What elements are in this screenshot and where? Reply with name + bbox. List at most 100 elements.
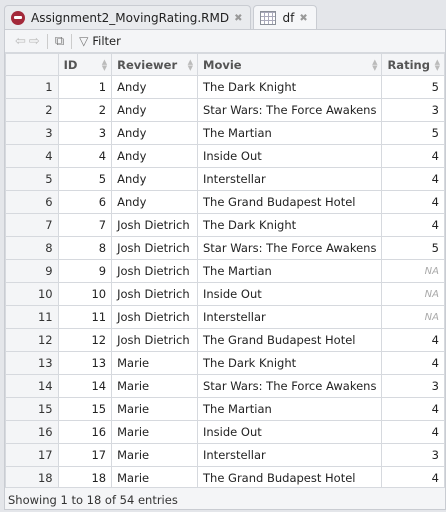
table-row: 9 9 Josh Dietrich The Martian NA (5, 259, 445, 283)
cell-row-number: 5 (5, 167, 59, 191)
cell-rating: 4 (381, 397, 445, 421)
column-header-rating[interactable]: Rating ▲ ▼ (381, 53, 445, 76)
table-row: 17 17 Marie Interstellar 3 (5, 443, 445, 467)
cell-row-number: 6 (5, 190, 59, 214)
sort-icon[interactable]: ▲ ▼ (435, 59, 440, 72)
filter-icon[interactable]: ▽ (79, 34, 88, 48)
data-grid-icon (260, 11, 277, 25)
cell-movie: Interstellar (196, 443, 383, 467)
cell-rating: NA (381, 259, 445, 283)
column-label: ID (63, 57, 78, 72)
cell-reviewer: Josh Dietrich (111, 328, 198, 352)
cell-movie: Star Wars: The Force Awakens (196, 98, 383, 122)
cell-movie: Inside Out (196, 282, 383, 306)
back-arrow-icon[interactable]: ⇦ (15, 34, 26, 49)
cell-id: 4 (57, 144, 113, 168)
sort-icon[interactable]: ▲ ▼ (188, 59, 193, 72)
column-label: Reviewer (117, 57, 178, 72)
table-row: 12 12 Josh Dietrich The Grand Budapest Hote… (5, 328, 445, 352)
cell-movie: The Dark Knight (196, 75, 383, 99)
cell-id: 13 (57, 351, 113, 375)
column-header-row-number (5, 53, 59, 76)
filter-button[interactable]: Filter (92, 34, 120, 48)
column-header-reviewer[interactable]: Reviewer ▲ ▼ (111, 53, 198, 76)
cell-id: 9 (57, 259, 113, 283)
cell-reviewer: Josh Dietrich (111, 213, 198, 237)
table-row: 1 1 Andy The Dark Knight 5 (5, 75, 445, 99)
cell-reviewer: Marie (111, 420, 198, 444)
forward-arrow-icon[interactable]: ⇨ (29, 34, 40, 49)
column-label: Movie (203, 57, 242, 72)
close-icon[interactable]: ✖ (299, 13, 307, 24)
cell-id: 2 (57, 98, 113, 122)
sort-icon[interactable]: ▲ ▼ (372, 59, 377, 72)
cell-id: 10 (57, 282, 113, 306)
cell-movie: The Grand Budapest Hotel (196, 328, 383, 352)
cell-row-number: 14 (5, 374, 59, 398)
cell-id: 6 (57, 190, 113, 214)
cell-movie: The Dark Knight (196, 351, 383, 375)
cell-row-number: 9 (5, 259, 59, 283)
table-row: 11 11 Josh Dietrich Interstellar NA (5, 305, 445, 329)
cell-id: 14 (57, 374, 113, 398)
tab-label: df (282, 11, 295, 25)
cell-reviewer: Marie (111, 397, 198, 421)
cell-rating: NA (381, 282, 445, 306)
cell-row-number: 10 (5, 282, 59, 306)
cell-reviewer: Josh Dietrich (111, 282, 198, 306)
cell-reviewer: Andy (111, 144, 198, 168)
column-header-id[interactable]: ID ▲ ▼ (57, 53, 113, 76)
cell-movie: The Martian (196, 121, 383, 145)
cell-rating: 4 (381, 167, 445, 191)
table-row: 16 16 Marie Inside Out 4 (5, 420, 445, 444)
cell-reviewer: Andy (111, 167, 198, 191)
divider (71, 33, 73, 49)
cell-row-number: 1 (5, 75, 59, 99)
cell-rating: 4 (381, 351, 445, 375)
cell-movie: Star Wars: The Force Awakens (196, 236, 383, 260)
cell-rating: 4 (381, 420, 445, 444)
cell-movie: The Martian (196, 397, 383, 421)
cell-row-number: 4 (5, 144, 59, 168)
cell-rating: 4 (381, 144, 445, 168)
cell-reviewer: Josh Dietrich (111, 236, 198, 260)
cell-id: 15 (57, 397, 113, 421)
cell-rating: 5 (381, 75, 445, 99)
cell-id: 8 (57, 236, 113, 260)
editor-tabs: Assignment2_MovingRating.RMD ✖ df ✖ (4, 5, 319, 30)
table-row: 15 15 Marie The Martian 4 (5, 397, 445, 421)
cell-rating: 4 (381, 213, 445, 237)
cell-movie: The Martian (196, 259, 383, 283)
cell-row-number: 17 (5, 443, 59, 467)
divider (46, 33, 48, 49)
data-viewer: ⇦ ⇨ ⧉ ▽ Filter ID ▲ ▼ Reviewer ▲ ▼ Movie ▲ ▼ Rati… (4, 29, 446, 510)
cell-rating: 3 (381, 374, 445, 398)
cell-rating: 4 (381, 190, 445, 214)
table-row: 7 7 Josh Dietrich The Dark Knight 4 (5, 213, 445, 237)
table-row: 2 2 Andy Star Wars: The Force Awakens 3 (5, 98, 445, 122)
column-header-movie[interactable]: Movie ▲ ▼ (196, 53, 383, 76)
cell-movie: Inside Out (196, 144, 383, 168)
rmd-file-icon (11, 11, 25, 25)
data-table: ID ▲ ▼ Reviewer ▲ ▼ Movie ▲ ▼ Rating ▲ ▼ 1 1 Andy The … (5, 53, 445, 490)
cell-row-number: 12 (5, 328, 59, 352)
close-icon[interactable]: ✖ (234, 13, 242, 24)
popout-window-icon[interactable]: ⧉ (55, 34, 64, 49)
sort-icon[interactable]: ▲ ▼ (102, 59, 107, 72)
cell-rating: NA (381, 305, 445, 329)
cell-id: 11 (57, 305, 113, 329)
cell-reviewer: Josh Dietrich (111, 259, 198, 283)
cell-id: 7 (57, 213, 113, 237)
table-row: 8 8 Josh Dietrich Star Wars: The Force Awak… (5, 236, 445, 260)
tab-rmd[interactable]: Assignment2_MovingRating.RMD ✖ (4, 5, 252, 30)
cell-reviewer: Andy (111, 98, 198, 122)
table-row: 3 3 Andy The Martian 5 (5, 121, 445, 145)
table-row: 4 4 Andy Inside Out 4 (5, 144, 445, 168)
tab-df[interactable]: df ✖ (253, 5, 317, 30)
entries-info: Showing 1 to 18 of 54 entries (5, 487, 445, 509)
cell-row-number: 13 (5, 351, 59, 375)
cell-movie: The Grand Budapest Hotel (196, 190, 383, 214)
cell-reviewer: Marie (111, 374, 198, 398)
tab-label: Assignment2_MovingRating.RMD (31, 11, 230, 25)
table-row: 13 13 Marie The Dark Knight 4 (5, 351, 445, 375)
